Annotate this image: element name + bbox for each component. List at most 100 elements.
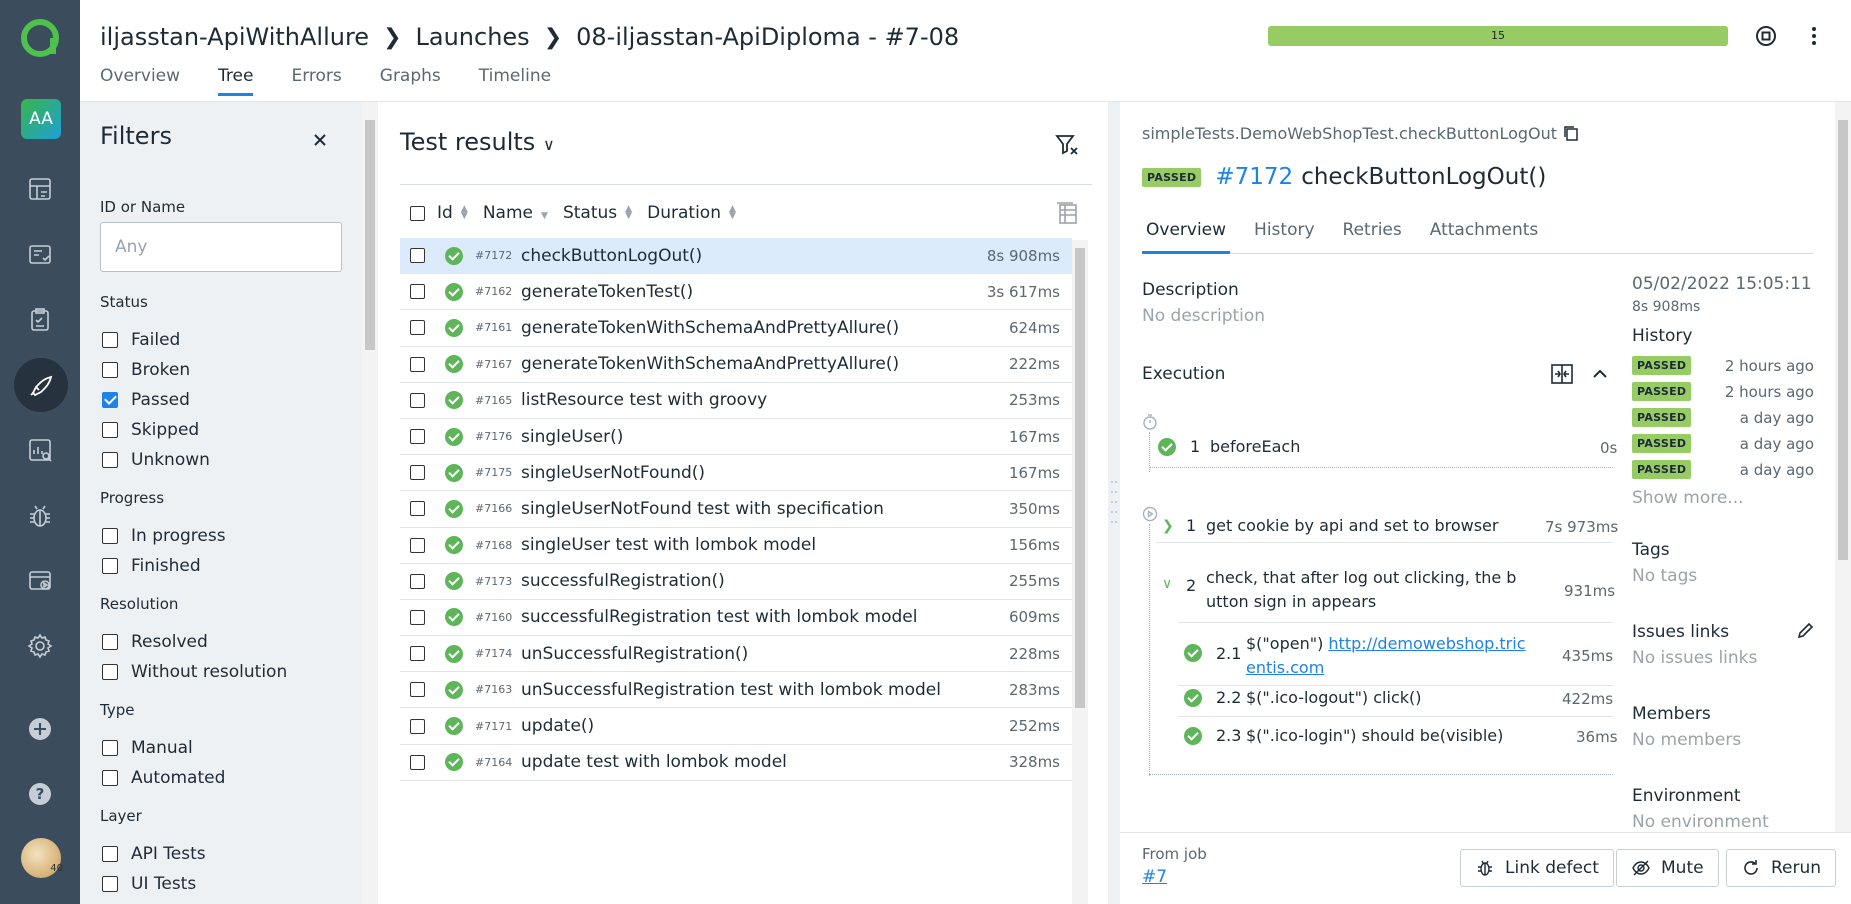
history-item[interactable]: PASSED 2 hours ago <box>1632 382 1814 401</box>
tab-timeline[interactable]: Timeline <box>479 66 551 96</box>
scrollbar-thumb[interactable] <box>1075 248 1085 708</box>
table-row[interactable]: #7171 update() 252ms <box>400 708 1072 745</box>
checkbox[interactable] <box>102 422 118 438</box>
status-broken-checkbox[interactable]: Broken <box>102 360 190 380</box>
checkbox[interactable] <box>102 770 118 786</box>
row-checkbox[interactable] <box>410 609 425 625</box>
substep-logout-click[interactable]: 2.2 $(".ico-logout") click() <box>1184 688 1421 707</box>
checkbox[interactable] <box>102 558 118 574</box>
more-vertical-icon[interactable] <box>1804 24 1824 48</box>
select-all-checkbox[interactable] <box>410 205 425 221</box>
row-checkbox[interactable] <box>410 754 425 770</box>
details-scrollbar[interactable] <box>1835 102 1851 832</box>
table-row[interactable]: #7175 singleUserNotFound() 167ms <box>400 455 1072 492</box>
settings-icon[interactable] <box>20 626 60 666</box>
test-number[interactable]: #7172 <box>1215 164 1293 190</box>
filters-scrollbar[interactable] <box>362 102 378 904</box>
checkbox[interactable] <box>102 664 118 680</box>
layer-api-checkbox[interactable]: API Tests <box>102 844 206 864</box>
table-row[interactable]: #7165 listResource test with groovy 253ms <box>400 383 1072 419</box>
status-failed-checkbox[interactable]: Failed <box>102 330 180 350</box>
substep-login-visible[interactable]: 2.3 $(".ico-login") should be(visible) <box>1184 726 1503 745</box>
row-checkbox[interactable] <box>410 573 425 589</box>
results-scrollbar[interactable] <box>1072 240 1088 904</box>
tab-errors[interactable]: Errors <box>291 66 341 96</box>
checkbox[interactable] <box>102 452 118 468</box>
checkbox[interactable] <box>102 740 118 756</box>
demowebshop-link-cont[interactable]: entis.com <box>1246 658 1324 677</box>
history-item[interactable]: PASSED a day ago <box>1632 408 1814 427</box>
table-row[interactable]: #7168 singleUser test with lombok model 15… <box>400 528 1072 564</box>
type-automated-checkbox[interactable]: Automated <box>102 768 225 788</box>
column-duration[interactable]: Duration ▲ ▼ <box>647 203 737 223</box>
checkbox[interactable] <box>102 332 118 348</box>
test-plans-icon[interactable] <box>20 300 60 340</box>
row-checkbox[interactable] <box>410 465 425 481</box>
history-item[interactable]: PASSED a day ago <box>1632 434 1814 453</box>
row-checkbox[interactable] <box>410 284 425 300</box>
table-row[interactable]: #7173 successfulRegistration() 255ms <box>400 564 1072 600</box>
add-icon[interactable] <box>20 709 60 749</box>
columns-settings-icon[interactable] <box>1054 200 1080 226</box>
status-skipped-checkbox[interactable]: Skipped <box>102 420 199 440</box>
tab-details-overview[interactable]: Overview <box>1142 220 1231 254</box>
job-link[interactable]: #7 <box>1142 867 1167 887</box>
column-name[interactable]: Name ▼ <box>483 203 549 223</box>
help-icon[interactable]: ? <box>20 774 60 814</box>
row-checkbox[interactable] <box>410 718 425 734</box>
table-row[interactable]: #7176 singleUser() 167ms <box>400 419 1072 456</box>
chevron-down-icon[interactable]: ∨ <box>1162 576 1186 592</box>
breadcrumb-launches[interactable]: Launches <box>416 23 530 51</box>
row-checkbox[interactable] <box>410 248 425 264</box>
user-avatar[interactable]: 40 <box>21 838 63 878</box>
tab-overview[interactable]: Overview <box>100 66 180 96</box>
status-passed-checkbox[interactable]: Passed <box>102 390 190 410</box>
launches-icon[interactable] <box>14 358 68 412</box>
row-checkbox[interactable] <box>410 429 425 445</box>
scrollbar-thumb[interactable] <box>1838 120 1848 560</box>
checkbox[interactable] <box>102 362 118 378</box>
tab-details-attachments[interactable]: Attachments <box>1426 220 1543 253</box>
collapse-icon[interactable] <box>1590 364 1610 384</box>
allure-logo-icon[interactable] <box>20 18 60 58</box>
resolution-resolved-checkbox[interactable]: Resolved <box>102 632 208 652</box>
table-row[interactable]: #7162 generateTokenTest() 3s 617ms <box>400 274 1072 311</box>
dashboard-icon[interactable] <box>20 169 60 209</box>
table-row[interactable]: #7166 singleUserNotFound test with specif… <box>400 491 1072 528</box>
show-more-link[interactable]: Show more... <box>1632 488 1744 508</box>
defects-icon[interactable] <box>20 496 60 536</box>
row-checkbox[interactable] <box>410 682 425 698</box>
chevron-right-icon[interactable]: ❯ <box>1162 518 1186 534</box>
checkbox[interactable] <box>102 528 118 544</box>
history-item[interactable]: PASSED a day ago <box>1632 460 1814 479</box>
edit-pencil-icon[interactable] <box>1796 622 1814 640</box>
progress-finished-checkbox[interactable]: Finished <box>102 556 201 576</box>
type-manual-checkbox[interactable]: Manual <box>102 738 193 758</box>
tab-tree[interactable]: Tree <box>218 66 254 96</box>
copy-icon[interactable] <box>1562 124 1580 142</box>
chevron-down-icon[interactable]: ∨ <box>543 135 555 154</box>
resolution-without-checkbox[interactable]: Without resolution <box>102 662 287 682</box>
panel-resize-handle[interactable] <box>1108 102 1120 904</box>
project-avatar[interactable]: AA <box>21 99 61 139</box>
mute-button[interactable]: Mute <box>1616 849 1719 887</box>
history-item[interactable]: PASSED 2 hours ago <box>1632 356 1814 375</box>
row-checkbox[interactable] <box>410 356 425 372</box>
stop-launch-icon[interactable] <box>1754 24 1778 48</box>
tab-graphs[interactable]: Graphs <box>380 66 441 96</box>
before-each-step[interactable]: 1 beforeEach <box>1158 437 1300 456</box>
status-unknown-checkbox[interactable]: Unknown <box>102 450 210 470</box>
layer-ui-checkbox[interactable]: UI Tests <box>102 874 196 894</box>
test-cases-icon[interactable] <box>20 235 60 275</box>
row-checkbox[interactable] <box>410 501 425 517</box>
table-row[interactable]: #7160 successfulRegistration test with lo… <box>400 600 1072 637</box>
drag-handle-icon[interactable] <box>1110 477 1118 527</box>
checkbox[interactable] <box>102 876 118 892</box>
table-row[interactable]: #7174 unSuccessfulRegistration() 228ms <box>400 636 1072 673</box>
link-defect-button[interactable]: Link defect <box>1460 849 1614 887</box>
checkbox[interactable] <box>102 634 118 650</box>
row-checkbox[interactable] <box>410 646 425 662</box>
row-checkbox[interactable] <box>410 320 425 336</box>
table-row[interactable]: #7167 generateTokenWithSchemaAndPrettyAll… <box>400 347 1072 383</box>
column-status[interactable]: Status ▲ ▼ <box>563 203 633 223</box>
